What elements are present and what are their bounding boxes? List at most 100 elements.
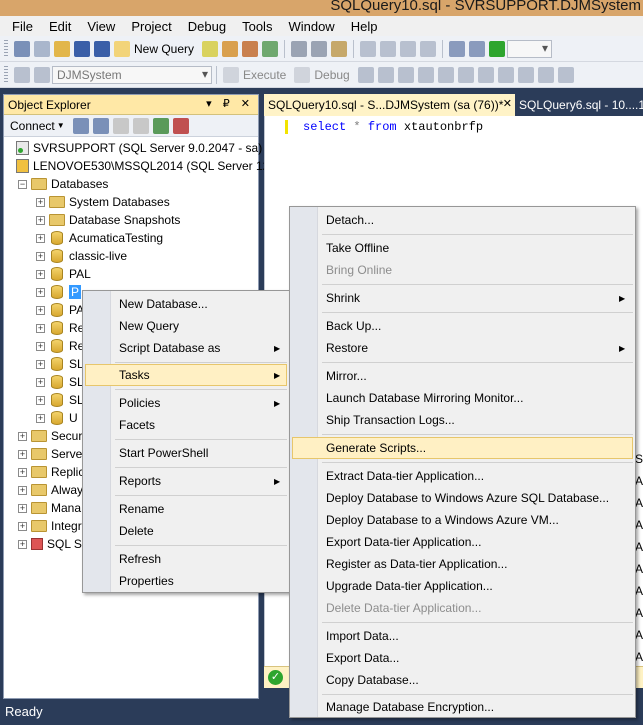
menu-item-script-database-as[interactable]: Script Database as ▶ bbox=[85, 337, 287, 359]
menu-edit[interactable]: Edit bbox=[41, 19, 79, 34]
expand-icon[interactable]: + bbox=[18, 539, 27, 549]
expand-icon[interactable]: + bbox=[36, 377, 45, 387]
expand-icon[interactable]: + bbox=[36, 269, 45, 279]
menu-file[interactable]: File bbox=[4, 19, 41, 34]
expand-icon[interactable]: + bbox=[36, 305, 45, 315]
disconnect-icon[interactable] bbox=[92, 117, 109, 134]
change-connection-icon[interactable] bbox=[34, 66, 50, 83]
menu-item-export-data-tier[interactable]: Export Data-tier Application... bbox=[292, 531, 633, 553]
execute-icon[interactable] bbox=[223, 66, 239, 83]
chevron-down-icon[interactable]: ▼ bbox=[57, 121, 65, 130]
menu-item-detach[interactable]: Detach... bbox=[292, 209, 633, 231]
menu-item-rename[interactable]: Rename bbox=[85, 498, 287, 520]
dmx-query-icon[interactable] bbox=[242, 40, 259, 57]
tree-node-security[interactable]: + Secur bbox=[18, 427, 82, 445]
activity-monitor-icon[interactable] bbox=[172, 117, 189, 134]
display-plan-icon[interactable] bbox=[397, 66, 414, 83]
save-all-icon[interactable] bbox=[94, 40, 110, 57]
menu-item-deploy-azure-sql[interactable]: Deploy Database to Windows Azure SQL Dat… bbox=[292, 487, 633, 509]
new-query-button[interactable]: New Query bbox=[134, 42, 194, 56]
refresh-icon[interactable] bbox=[152, 117, 169, 134]
debug-button[interactable]: Debug bbox=[314, 68, 349, 82]
expand-icon[interactable]: + bbox=[36, 287, 45, 297]
menu-item-take-offline[interactable]: Take Offline bbox=[292, 237, 633, 259]
collapse-icon[interactable]: − bbox=[18, 179, 27, 189]
menu-item-new-database[interactable]: New Database... bbox=[85, 293, 287, 315]
expand-icon[interactable]: + bbox=[36, 395, 45, 405]
comment-icon[interactable] bbox=[497, 66, 514, 83]
menu-item-ship-transaction-logs[interactable]: Ship Transaction Logs... bbox=[292, 409, 633, 431]
tree-node-management[interactable]: + Mana bbox=[18, 499, 81, 517]
menu-item-policies[interactable]: Policies ▶ bbox=[85, 392, 287, 414]
menu-help[interactable]: Help bbox=[343, 19, 386, 34]
outdent-icon[interactable] bbox=[537, 66, 554, 83]
expand-icon[interactable]: + bbox=[36, 215, 45, 225]
expand-icon[interactable]: + bbox=[18, 449, 27, 459]
tree-node-database[interactable]: + Re bbox=[36, 319, 84, 337]
tree-node-server-objects[interactable]: + Serve bbox=[18, 445, 82, 463]
connect-icon[interactable] bbox=[14, 66, 30, 83]
tree-node-database[interactable]: + U bbox=[36, 409, 78, 427]
expand-icon[interactable]: + bbox=[18, 485, 27, 495]
expand-icon[interactable]: + bbox=[36, 233, 45, 243]
menu-item-delete-data-tier[interactable]: Delete Data-tier Application... bbox=[292, 597, 633, 619]
menu-item-new-query[interactable]: New Query bbox=[85, 315, 287, 337]
save-icon[interactable] bbox=[74, 40, 90, 57]
stop-icon[interactable] bbox=[357, 66, 374, 83]
tree-node-system-databases[interactable]: + System Databases bbox=[36, 193, 170, 211]
indent-icon[interactable] bbox=[557, 66, 574, 83]
menu-item-mirror[interactable]: Mirror... bbox=[292, 365, 633, 387]
menu-item-copy-database[interactable]: Copy Database... bbox=[292, 669, 633, 691]
tree-node-database-selected[interactable]: + P bbox=[36, 283, 82, 301]
expand-icon[interactable]: + bbox=[36, 341, 45, 351]
tree-node-database[interactable]: + PAL bbox=[36, 265, 91, 283]
navigate-icon[interactable] bbox=[400, 40, 417, 57]
tab-sqlquery10[interactable]: SQLQuery10.sql - S...DJMSystem (sa (76))… bbox=[264, 94, 515, 116]
menu-item-restore[interactable]: Restore ▶ bbox=[292, 337, 633, 359]
tree-node-database[interactable]: + PA bbox=[36, 301, 84, 319]
menu-item-extract-data-tier[interactable]: Extract Data-tier Application... bbox=[292, 465, 633, 487]
expand-icon[interactable]: + bbox=[18, 431, 27, 441]
redo-icon[interactable] bbox=[380, 40, 397, 57]
menu-item-deploy-azure-vm[interactable]: Deploy Database to a Windows Azure VM... bbox=[292, 509, 633, 531]
filter-icon[interactable] bbox=[132, 117, 149, 134]
menu-item-register-data-tier[interactable]: Register as Data-tier Application... bbox=[292, 553, 633, 575]
query-designer-icon[interactable] bbox=[417, 66, 434, 83]
tree-node-server[interactable]: LENOVOE530\MSSQL2014 (SQL Server 12.0 bbox=[16, 157, 279, 175]
undo-icon[interactable] bbox=[360, 40, 377, 57]
object-explorer-icon[interactable] bbox=[469, 40, 486, 57]
menu-project[interactable]: Project bbox=[123, 19, 179, 34]
code-line[interactable]: select * from xtautonbrfp bbox=[303, 120, 483, 134]
menu-view[interactable]: View bbox=[79, 19, 123, 34]
connect-button[interactable]: Connect bbox=[10, 119, 55, 133]
tree-node-databases[interactable]: − Databases bbox=[18, 175, 108, 193]
menu-item-properties[interactable]: Properties bbox=[85, 570, 287, 592]
menu-tools[interactable]: Tools bbox=[234, 19, 280, 34]
mdx-query-icon[interactable] bbox=[222, 40, 239, 57]
menu-item-shrink[interactable]: Shrink ▶ bbox=[292, 287, 633, 309]
solution-config-combo[interactable] bbox=[507, 39, 553, 58]
tree-node-database[interactable]: + SL bbox=[36, 391, 84, 409]
results-file-icon[interactable] bbox=[477, 66, 494, 83]
tree-node-sql-agent[interactable]: + SQL S bbox=[18, 535, 82, 553]
copy-icon[interactable] bbox=[311, 40, 328, 57]
uncomment-icon[interactable] bbox=[517, 66, 534, 83]
expand-icon[interactable]: + bbox=[18, 467, 27, 477]
menu-item-upgrade-data-tier[interactable]: Upgrade Data-tier Application... bbox=[292, 575, 633, 597]
tree-node-database[interactable]: + classic-live bbox=[36, 247, 127, 265]
panel-pin-icon[interactable]: ▾ ₽ ✕ bbox=[206, 97, 254, 110]
forward-icon[interactable] bbox=[420, 40, 437, 57]
menu-item-start-powershell[interactable]: Start PowerShell bbox=[85, 442, 287, 464]
results-grid-icon[interactable] bbox=[457, 66, 474, 83]
tree-node-database-snapshots[interactable]: + Database Snapshots bbox=[36, 211, 180, 229]
expand-icon[interactable]: + bbox=[36, 251, 45, 261]
menu-item-launch-mirroring-monitor[interactable]: Launch Database Mirroring Monitor... bbox=[292, 387, 633, 409]
menu-item-tasks[interactable]: Tasks ▶ bbox=[85, 364, 287, 386]
toolbar-grip[interactable] bbox=[4, 39, 8, 58]
tree-node-database[interactable]: + SL bbox=[36, 373, 84, 391]
menu-item-bring-online[interactable]: Bring Online bbox=[292, 259, 633, 281]
menu-window[interactable]: Window bbox=[280, 19, 342, 34]
tree-node-database[interactable]: + Re bbox=[36, 337, 84, 355]
tree-node-replication[interactable]: + Replic bbox=[18, 463, 84, 481]
menu-debug[interactable]: Debug bbox=[180, 19, 234, 34]
